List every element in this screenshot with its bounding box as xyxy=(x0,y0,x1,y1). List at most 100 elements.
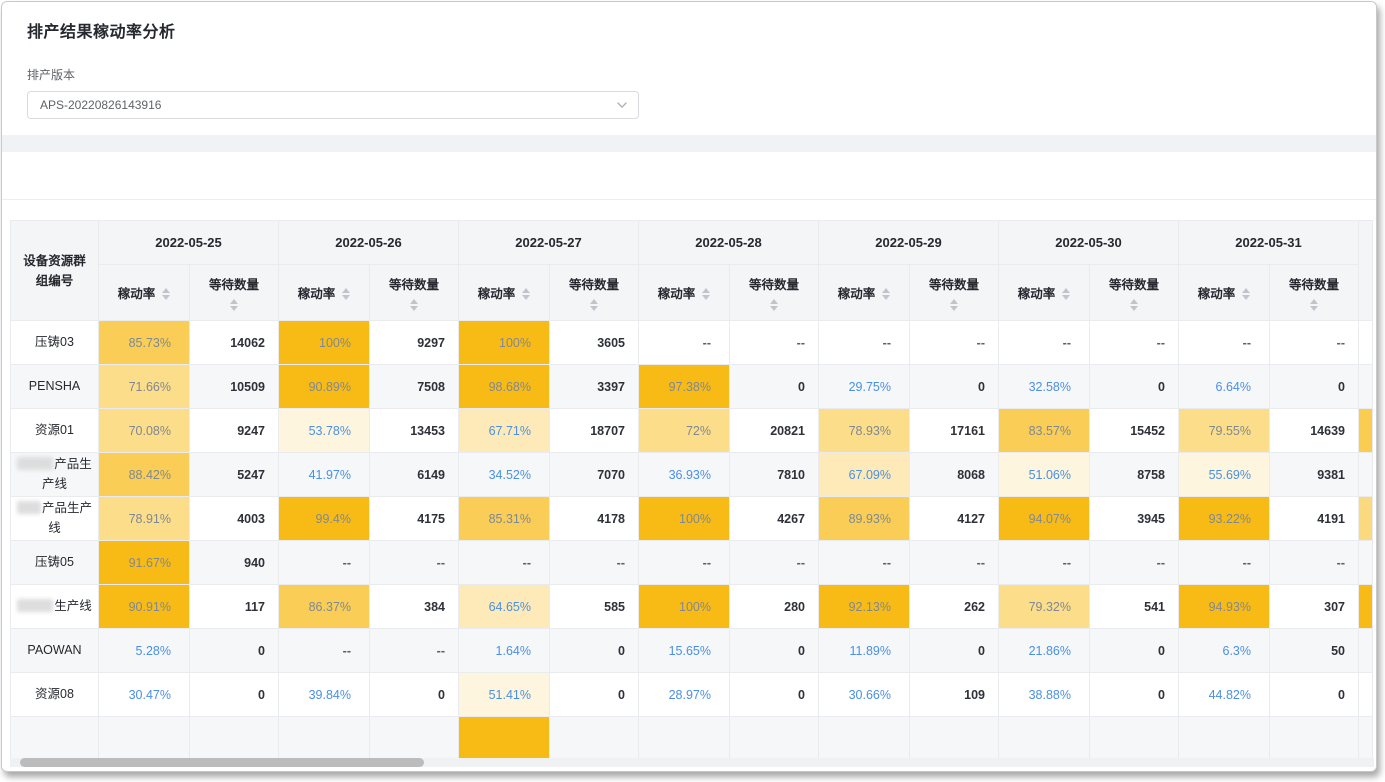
horizontal-scrollbar[interactable] xyxy=(10,758,1374,767)
wait-column-header[interactable]: 等待数量 xyxy=(370,265,459,321)
rate-cell: 90.89% xyxy=(279,365,370,409)
sort-icon[interactable] xyxy=(342,288,350,300)
rate-cell: 94.93% xyxy=(1179,585,1270,629)
wait-header-label: 等待数量 xyxy=(1109,274,1159,293)
wait-cell: 0 xyxy=(730,673,819,717)
rate-cell xyxy=(999,717,1090,759)
wait-header-label: 等待数量 xyxy=(389,274,439,293)
rate-cell: 79.55% xyxy=(1179,409,1270,453)
rate-cell: 11.89% xyxy=(819,629,910,673)
utilization-table: 设备资源群组编号2022-05-252022-05-262022-05-2720… xyxy=(10,220,1373,758)
version-select[interactable]: APS-20220826143916 xyxy=(27,91,639,119)
wait-cell: 0 xyxy=(1090,629,1179,673)
sort-icon[interactable] xyxy=(950,299,958,311)
wait-cell: 0 xyxy=(730,629,819,673)
wait-cell: 0 xyxy=(1090,673,1179,717)
rate-cell: 86.37% xyxy=(279,585,370,629)
rate-cell xyxy=(1179,717,1270,759)
wait-cell: 4175 xyxy=(370,497,459,541)
wait-column-header[interactable]: 等待数量 xyxy=(910,265,999,321)
rate-column-header[interactable]: 稼动率 xyxy=(459,265,550,321)
sort-icon[interactable] xyxy=(882,288,890,300)
sort-icon[interactable] xyxy=(522,288,530,300)
wait-column-header[interactable]: 等待数量 xyxy=(550,265,639,321)
rate-cell: -- xyxy=(1179,541,1270,585)
rate-cell: 51.06% xyxy=(999,453,1090,497)
rate-column-header[interactable]: 稼动率 xyxy=(639,265,730,321)
rate-cell: 99.4% xyxy=(279,497,370,541)
clipped-next-cell xyxy=(1359,585,1373,629)
table-row: 产品生产线88.42%524741.97%614934.52%707036.93… xyxy=(11,453,1373,497)
sort-icon[interactable] xyxy=(1310,299,1318,311)
rate-column-header[interactable]: 稼动率 xyxy=(279,265,370,321)
date-column-header: 2022-05-26 xyxy=(279,221,459,265)
resource-group-name: 压铸05 xyxy=(11,541,99,585)
wait-cell: 8068 xyxy=(910,453,999,497)
wait-cell: 0 xyxy=(190,629,279,673)
corner-header: 设备资源群组编号 xyxy=(11,221,99,321)
clipped-next-cell xyxy=(1359,497,1373,541)
table-row: 压铸0385.73%14062100%9297100%3605---------… xyxy=(11,321,1373,365)
rate-cell: 15.65% xyxy=(639,629,730,673)
wait-cell: 585 xyxy=(550,585,639,629)
rate-column-header[interactable]: 稼动率 xyxy=(99,265,190,321)
wait-cell: -- xyxy=(730,321,819,365)
wait-header-label: 等待数量 xyxy=(569,274,619,293)
wait-cell: 0 xyxy=(910,629,999,673)
rate-cell: 51.41% xyxy=(459,673,550,717)
wait-cell: 13453 xyxy=(370,409,459,453)
rate-header-label: 稼动率 xyxy=(1018,283,1056,302)
wait-cell: 541 xyxy=(1090,585,1179,629)
rate-cell: 88.42% xyxy=(99,453,190,497)
rate-cell: 92.13% xyxy=(819,585,910,629)
rate-header-label: 稼动率 xyxy=(478,283,516,302)
sort-icon[interactable] xyxy=(1242,288,1250,300)
wait-cell: 7810 xyxy=(730,453,819,497)
wait-cell: 109 xyxy=(910,673,999,717)
rate-cell: 38.88% xyxy=(999,673,1090,717)
clipped-next-cell xyxy=(1359,365,1373,409)
page-title: 排产结果稼动率分析 xyxy=(27,18,1352,42)
sort-icon[interactable] xyxy=(230,299,238,311)
sort-icon[interactable] xyxy=(770,299,778,311)
wait-cell: 384 xyxy=(370,585,459,629)
rate-header-label: 稼动率 xyxy=(658,283,696,302)
wait-cell xyxy=(730,717,819,759)
rate-column-header[interactable]: 稼动率 xyxy=(999,265,1090,321)
app-window: 排产结果稼动率分析 排产版本 APS-20220826143916 设备资源群组… xyxy=(1,1,1377,772)
wait-column-header[interactable]: 等待数量 xyxy=(1090,265,1179,321)
rate-cell: 64.65% xyxy=(459,585,550,629)
wait-column-header[interactable]: 等待数量 xyxy=(730,265,819,321)
panel-toolbar xyxy=(2,152,1376,200)
version-select-value: APS-20220826143916 xyxy=(40,98,161,112)
rate-cell: 100% xyxy=(459,321,550,365)
sort-icon[interactable] xyxy=(410,299,418,311)
wait-column-header[interactable]: 等待数量 xyxy=(1270,265,1359,321)
sort-icon[interactable] xyxy=(162,288,170,300)
wait-cell: 9247 xyxy=(190,409,279,453)
clipped-next-cell xyxy=(1359,629,1373,673)
rate-cell: 5.28% xyxy=(99,629,190,673)
redacted-text-blur xyxy=(17,501,41,514)
table-row: 资源0170.08%924753.78%1345367.71%1870772%2… xyxy=(11,409,1373,453)
rate-column-header[interactable]: 稼动率 xyxy=(1179,265,1270,321)
sort-icon[interactable] xyxy=(702,288,710,300)
rate-column-header[interactable]: 稼动率 xyxy=(819,265,910,321)
resource-group-name: 压铸03 xyxy=(11,321,99,365)
table-row-partial xyxy=(11,717,1373,759)
sort-icon[interactable] xyxy=(1062,288,1070,300)
wait-header-label: 等待数量 xyxy=(749,274,799,293)
clipped-next-cell xyxy=(1359,673,1373,717)
rate-cell xyxy=(819,717,910,759)
rate-cell: 100% xyxy=(279,321,370,365)
wait-column-header[interactable]: 等待数量 xyxy=(190,265,279,321)
date-column-header: 2022-05-29 xyxy=(819,221,999,265)
clipped-next-cell xyxy=(1359,453,1373,497)
rate-cell: -- xyxy=(639,321,730,365)
rate-cell xyxy=(459,717,550,759)
sort-icon[interactable] xyxy=(1130,299,1138,311)
wait-cell: 9297 xyxy=(370,321,459,365)
sort-icon[interactable] xyxy=(590,299,598,311)
rate-cell: 41.97% xyxy=(279,453,370,497)
scrollbar-thumb[interactable] xyxy=(20,758,424,767)
